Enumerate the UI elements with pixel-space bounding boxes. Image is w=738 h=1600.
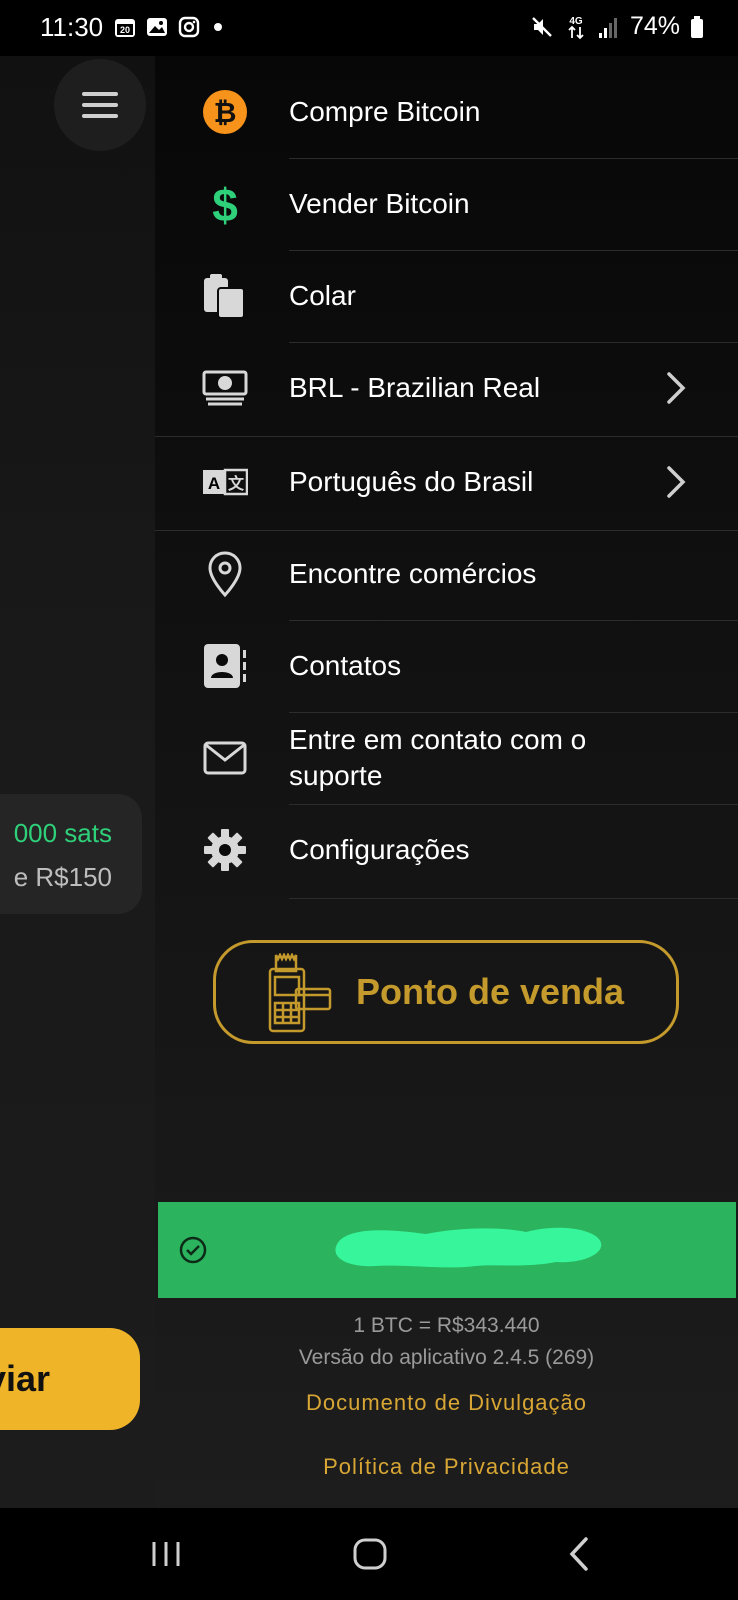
status-bar: 11:30 20 4G 74%: [0, 0, 738, 56]
hamburger-icon: [82, 92, 118, 118]
menu-item-settings[interactable]: Configurações: [155, 804, 738, 896]
menu-item-label: Compre Bitcoin: [289, 96, 481, 127]
point-of-sale-button[interactable]: Ponto de venda: [213, 940, 679, 1044]
menu-item-label: BRL - Brazilian Real: [289, 372, 541, 403]
system-status-icons: 4G 74%: [530, 12, 704, 41]
map-pin-icon: [201, 550, 249, 598]
account-status-bar[interactable]: [158, 1202, 736, 1298]
instagram-icon: [178, 16, 200, 38]
send-button-label: viar: [0, 1358, 50, 1399]
mail-icon: [201, 734, 249, 782]
recent-apps-icon[interactable]: [146, 1534, 186, 1574]
network-4g-icon: 4G: [568, 16, 584, 39]
paste-icon: [201, 272, 249, 320]
disclosure-document-link[interactable]: Documento de Divulgação: [155, 1390, 738, 1416]
chevron-right-icon: [667, 466, 686, 498]
redacted-username: [335, 1227, 602, 1268]
divider: [289, 898, 738, 899]
contacts-icon: [201, 642, 249, 690]
network-label: 4G: [569, 16, 583, 27]
chevron-right-icon: [667, 372, 686, 404]
privacy-policy-link[interactable]: Política de Privacidade: [155, 1454, 738, 1480]
menu-item-label: Colar: [289, 280, 356, 311]
dollar-icon: $: [201, 180, 249, 228]
gear-icon: [201, 826, 249, 874]
battery-icon: [691, 15, 703, 38]
gallery-icon: [147, 18, 167, 36]
svg-text:文: 文: [228, 474, 245, 493]
battery-percent: 74%: [629, 12, 680, 40]
mute-icon: [532, 16, 552, 37]
app-version: Versão do aplicativo 2.4.5 (269): [298, 1346, 595, 1369]
menu-item-contacts[interactable]: Contatos: [155, 620, 738, 712]
menu-item-label: Vender Bitcoin: [289, 188, 470, 219]
send-button[interactable]: viar: [0, 1328, 140, 1430]
system-nav-bar: [0, 1508, 738, 1600]
pos-terminal-icon: [268, 953, 332, 1033]
calendar-icon: 20: [115, 19, 135, 37]
btc-exchange-rate: 1 BTC = R$343.440: [353, 1314, 540, 1337]
menu-item-buy-bitcoin[interactable]: ₿ Compre Bitcoin: [155, 66, 738, 158]
balance-sats: 000 sats: [13, 818, 112, 848]
menu-item-language[interactable]: A 文 Português do Brasil: [155, 436, 738, 528]
status-time: 11:30: [40, 12, 104, 42]
menu-item-label: Configurações: [289, 834, 470, 865]
back-icon[interactable]: [560, 1534, 600, 1574]
more-notifications-dot: [214, 23, 222, 31]
notification-icons: 20: [114, 16, 222, 38]
menu-item-find-merchants[interactable]: Encontre comércios: [155, 528, 738, 620]
point-of-sale-label: Ponto de venda: [356, 971, 625, 1012]
bitcoin-icon: ₿: [201, 88, 249, 136]
balance-card[interactable]: 000 sats e R$150: [0, 794, 142, 914]
menu-item-label: Entre em contato com o suporte: [289, 724, 587, 791]
svg-text:₿: ₿: [214, 96, 237, 129]
balance-fiat: e R$150: [13, 862, 112, 892]
menu-item-paste[interactable]: Colar: [155, 250, 738, 342]
signal-icon: [598, 17, 617, 38]
menu-item-label: Português do Brasil: [289, 466, 534, 497]
svg-text:$: $: [212, 181, 238, 227]
menu-button[interactable]: [54, 59, 146, 151]
svg-text:A: A: [208, 474, 220, 493]
menu-item-currency[interactable]: BRL - Brazilian Real: [155, 342, 738, 434]
home-screen-background: 000 sats e R$150 viar: [0, 56, 155, 1508]
side-drawer: ₿ Compre Bitcoin $ Vender Bitcoin Colar: [155, 56, 738, 1508]
home-icon[interactable]: [350, 1534, 390, 1574]
check-circle-icon: [179, 1236, 207, 1264]
menu-item-label: Encontre comércios: [289, 558, 537, 589]
menu-item-label: Contatos: [289, 650, 402, 681]
money-icon: [201, 364, 249, 412]
menu-item-support[interactable]: Entre em contato com o suporte: [155, 712, 738, 804]
calendar-day: 20: [120, 25, 130, 35]
translate-icon: A 文: [201, 458, 249, 506]
menu-item-sell-bitcoin[interactable]: $ Vender Bitcoin: [155, 158, 738, 250]
